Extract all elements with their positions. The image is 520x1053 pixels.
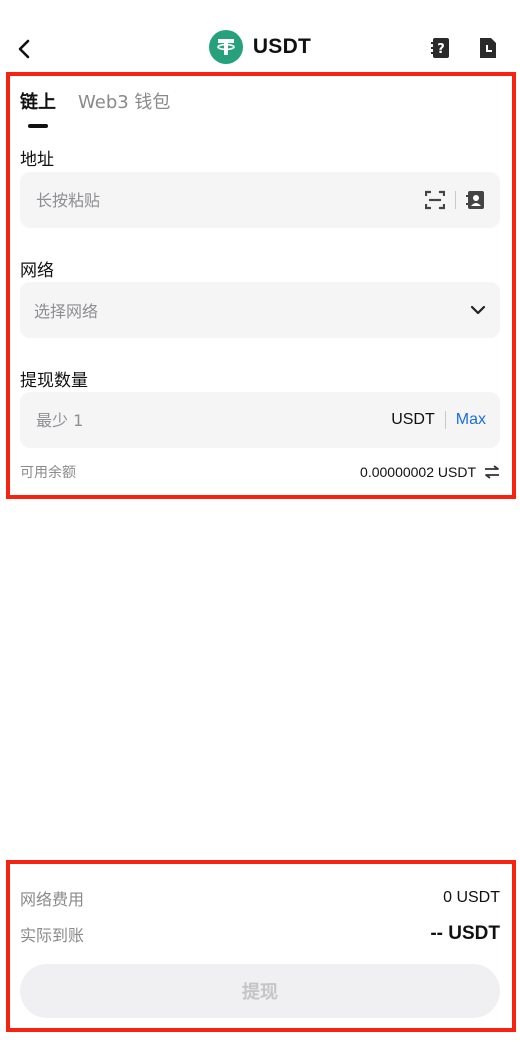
history-button[interactable]	[477, 37, 499, 59]
tab-onchain[interactable]: 链上	[20, 88, 56, 126]
available-balance-label: 可用余额	[20, 465, 76, 481]
network-placeholder: 选择网络	[34, 302, 99, 321]
received-amount-row: 实际到账 -- USDT	[20, 922, 500, 946]
swap-icon[interactable]	[484, 465, 500, 479]
network-label: 网络	[20, 261, 54, 281]
amount-unit: USDT	[391, 411, 435, 428]
available-balance-group: 0.00000002 USDT	[360, 464, 500, 480]
max-button[interactable]: Max	[456, 411, 486, 429]
unit-separator	[444, 411, 446, 429]
address-input[interactable]	[34, 189, 425, 211]
help-book-icon: ?	[431, 38, 449, 58]
svg-text:?: ?	[437, 42, 445, 57]
network-fee-row: 网络费用 0 USDT	[20, 886, 500, 910]
chevron-down-icon	[470, 305, 486, 315]
tab-bar: 链上 Web3 钱包	[20, 88, 170, 126]
withdraw-button[interactable]: 提现	[20, 964, 500, 1018]
tab-web3-wallet[interactable]: Web3 钱包	[78, 88, 170, 126]
icon-separator	[455, 191, 456, 209]
active-tab-indicator	[28, 124, 48, 128]
scan-icon[interactable]	[425, 190, 445, 210]
amount-label: 提现数量	[20, 371, 88, 391]
address-field	[20, 172, 500, 228]
amount-actions: USDT Max	[391, 411, 486, 429]
available-balance-row: 可用余额 0.00000002 USDT	[20, 462, 500, 482]
network-select[interactable]: 选择网络	[20, 282, 500, 338]
usdt-logo-icon	[208, 30, 243, 64]
amount-input[interactable]	[34, 409, 392, 431]
received-amount-value: -- USDT	[430, 923, 500, 944]
page-title: USDT	[252, 35, 312, 58]
amount-field: USDT Max	[20, 392, 500, 448]
received-amount-label: 实际到账	[20, 926, 85, 945]
address-actions	[425, 190, 486, 210]
history-doc-icon	[480, 38, 496, 58]
network-fee-value: 0 USDT	[443, 889, 500, 906]
network-fee-label: 网络费用	[20, 890, 85, 909]
address-book-icon[interactable]	[466, 190, 486, 210]
available-balance-value: 0.00000002 USDT	[360, 464, 476, 480]
help-book-button[interactable]: ?	[430, 37, 452, 59]
address-label: 地址	[20, 150, 54, 170]
